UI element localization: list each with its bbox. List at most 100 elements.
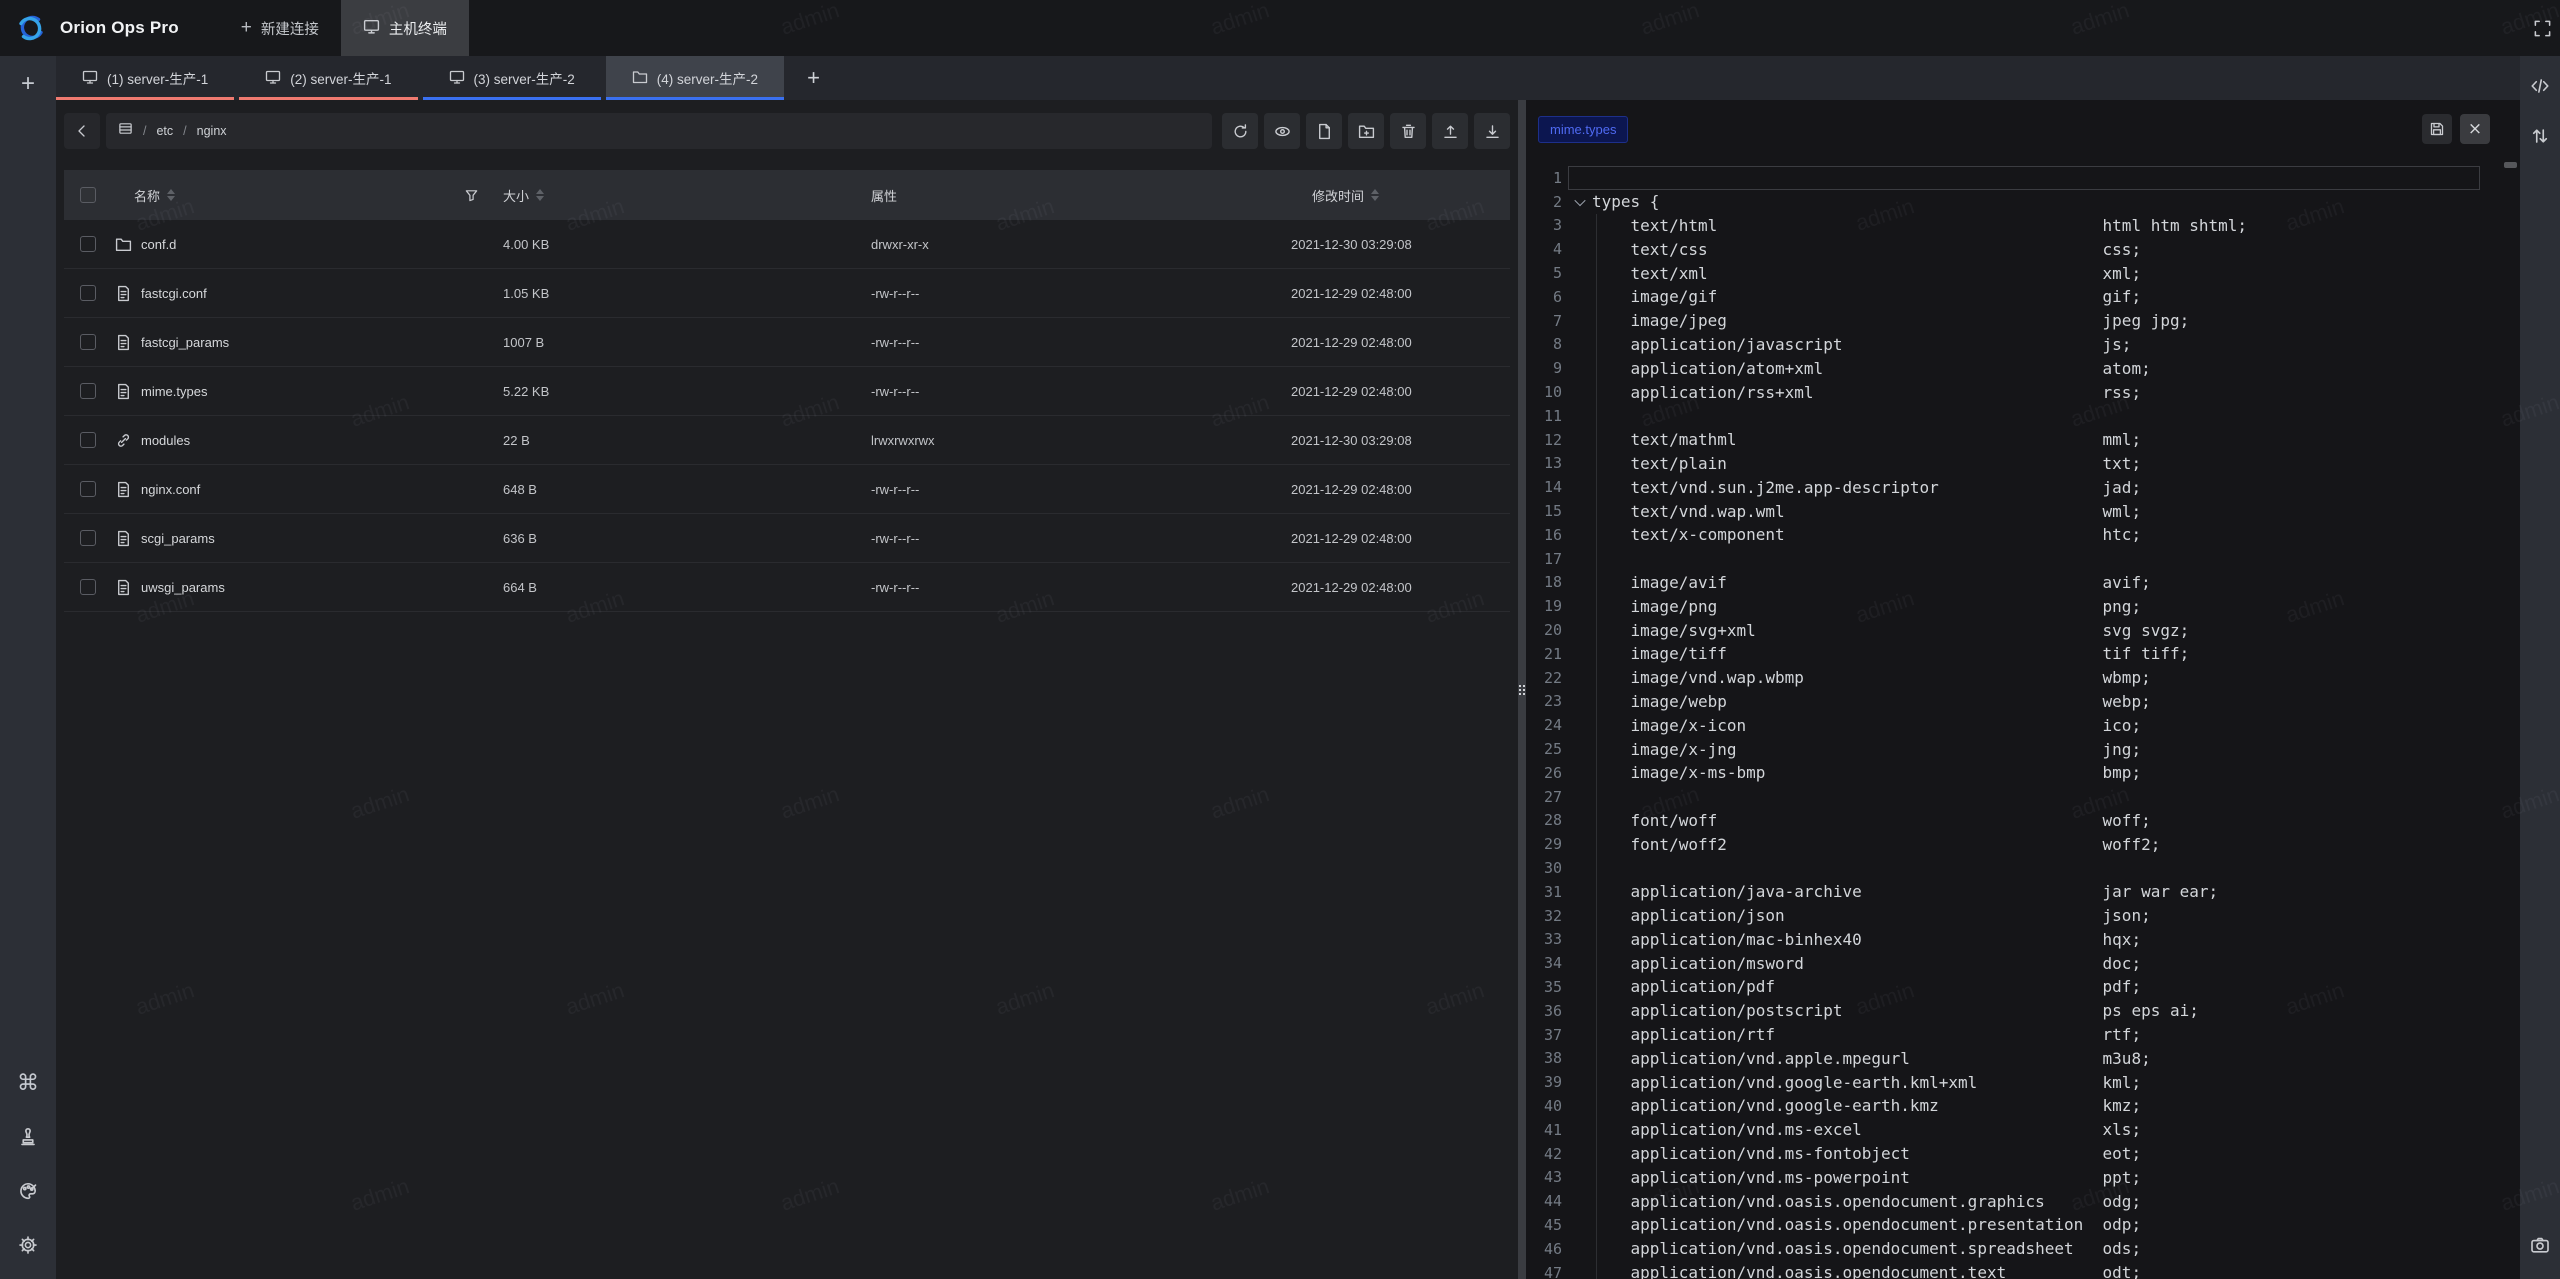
code-line[interactable]: 19 image/png png; xyxy=(1526,594,2520,618)
swap-vertical-icon[interactable] xyxy=(2520,116,2560,156)
code-line[interactable]: 30 xyxy=(1526,856,2520,880)
table-row[interactable]: fastcgi.conf 1.05 KB -rw-r--r-- 2021-12-… xyxy=(64,269,1510,318)
table-row[interactable]: modules 22 B lrwxrwxrwx 2021-12-30 03:29… xyxy=(64,416,1510,465)
code-line[interactable]: 29 font/woff2 woff2; xyxy=(1526,832,2520,856)
code-line[interactable]: 15 text/vnd.wap.wml wml; xyxy=(1526,499,2520,523)
code-line[interactable]: 46 application/vnd.oasis.opendocument.sp… xyxy=(1526,1237,2520,1261)
code-line[interactable]: 21 image/tiff tif tiff; xyxy=(1526,642,2520,666)
code-line[interactable]: 4 text/css css; xyxy=(1526,237,2520,261)
code-line[interactable]: 44 application/vnd.oasis.opendocument.gr… xyxy=(1526,1189,2520,1213)
row-checkbox[interactable] xyxy=(80,530,96,546)
terminal-tab[interactable]: (3) server-生产-2 xyxy=(423,56,601,100)
column-header-name[interactable]: 名称 xyxy=(108,170,503,220)
code-line[interactable]: 47 application/vnd.oasis.opendocument.te… xyxy=(1526,1261,2520,1279)
code-view-icon[interactable] xyxy=(2520,66,2560,106)
table-row[interactable]: uwsgi_params 664 B -rw-r--r-- 2021-12-29… xyxy=(64,563,1510,612)
palette-icon[interactable] xyxy=(8,1171,48,1211)
code-line[interactable]: 42 application/vnd.ms-fontobject eot; xyxy=(1526,1142,2520,1166)
code-line[interactable]: 24 image/x-icon ico; xyxy=(1526,713,2520,737)
row-checkbox[interactable] xyxy=(80,236,96,252)
code-line[interactable]: 17 xyxy=(1526,547,2520,571)
code-editor[interactable]: 1 2 types { xyxy=(1526,158,2520,1279)
code-line[interactable]: 10 application/rss+xml rss; xyxy=(1526,380,2520,404)
save-icon[interactable] xyxy=(2422,114,2452,144)
code-line[interactable]: 33 application/mac-binhex40 hqx; xyxy=(1526,928,2520,952)
breadcrumb[interactable]: / etc / nginx xyxy=(106,113,1212,149)
menu-new-connection[interactable]: + 新建连接 xyxy=(219,0,341,56)
add-connection-button[interactable]: + xyxy=(8,64,48,104)
terminal-tab[interactable]: (4) server-生产-2 xyxy=(606,56,784,100)
code-line[interactable]: 13 text/plain txt; xyxy=(1526,452,2520,476)
fullscreen-icon[interactable] xyxy=(2524,0,2560,56)
code-line[interactable]: 11 xyxy=(1526,404,2520,428)
command-icon[interactable]: ⌘ xyxy=(8,1063,48,1103)
code-line[interactable]: 34 application/msword doc; xyxy=(1526,951,2520,975)
filter-funnel-icon[interactable] xyxy=(464,188,479,203)
back-button[interactable] xyxy=(64,113,100,149)
breadcrumb-segment[interactable]: nginx xyxy=(197,124,227,138)
table-row[interactable]: mime.types 5.22 KB -rw-r--r-- 2021-12-29… xyxy=(64,367,1510,416)
code-line[interactable]: 38 application/vnd.apple.mpegurl m3u8; xyxy=(1526,1046,2520,1070)
code-line[interactable]: 18 image/avif avif; xyxy=(1526,571,2520,595)
row-checkbox[interactable] xyxy=(80,285,96,301)
row-checkbox[interactable] xyxy=(80,334,96,350)
preview-eye-icon[interactable] xyxy=(1264,113,1300,149)
code-line[interactable]: 27 xyxy=(1526,785,2520,809)
code-line[interactable]: 31 application/java-archive jar war ear; xyxy=(1526,880,2520,904)
code-line[interactable]: 6 image/gif gif; xyxy=(1526,285,2520,309)
code-line[interactable]: 45 application/vnd.oasis.opendocument.pr… xyxy=(1526,1213,2520,1237)
new-folder-icon[interactable] xyxy=(1348,113,1384,149)
code-line[interactable]: 2 types { xyxy=(1526,190,2520,214)
open-file-tag[interactable]: mime.types xyxy=(1538,116,1628,143)
code-line[interactable]: 12 text/mathml mml; xyxy=(1526,428,2520,452)
sort-carets-icon[interactable] xyxy=(167,189,175,201)
new-tab-button[interactable]: + xyxy=(789,56,838,100)
code-line[interactable]: 23 image/webp webp; xyxy=(1526,690,2520,714)
table-row[interactable]: nginx.conf 648 B -rw-r--r-- 2021-12-29 0… xyxy=(64,465,1510,514)
code-line[interactable]: 8 application/javascript js; xyxy=(1526,333,2520,357)
screenshot-camera-icon[interactable] xyxy=(2520,1225,2560,1265)
select-all-checkbox[interactable] xyxy=(80,187,96,203)
sort-carets-icon[interactable] xyxy=(536,189,544,201)
panel-splitter[interactable] xyxy=(1518,100,1526,1279)
editor-scrollbar-thumb[interactable] xyxy=(2504,162,2517,168)
code-line[interactable]: 14 text/vnd.sun.j2me.app-descriptor jad; xyxy=(1526,475,2520,499)
breadcrumb-segment[interactable]: etc xyxy=(156,124,173,138)
sort-carets-icon[interactable] xyxy=(1371,189,1379,201)
code-line[interactable]: 1 xyxy=(1526,166,2520,190)
row-checkbox[interactable] xyxy=(80,432,96,448)
code-line[interactable]: 41 application/vnd.ms-excel xls; xyxy=(1526,1118,2520,1142)
table-row[interactable]: scgi_params 636 B -rw-r--r-- 2021-12-29 … xyxy=(64,514,1510,563)
code-line[interactable]: 5 text/xml xml; xyxy=(1526,261,2520,285)
code-line[interactable]: 22 image/vnd.wap.wbmp wbmp; xyxy=(1526,666,2520,690)
download-icon[interactable] xyxy=(1474,113,1510,149)
table-row[interactable]: conf.d 4.00 KB drwxr-xr-x 2021-12-30 03:… xyxy=(64,220,1510,269)
menu-host-terminal[interactable]: 主机终端 xyxy=(341,0,469,56)
stamp-icon[interactable] xyxy=(8,1117,48,1157)
code-line[interactable]: 32 application/json json; xyxy=(1526,904,2520,928)
table-row[interactable]: fastcgi_params 1007 B -rw-r--r-- 2021-12… xyxy=(64,318,1510,367)
code-line[interactable]: 35 application/pdf pdf; xyxy=(1526,975,2520,999)
settings-gear-icon[interactable] xyxy=(8,1225,48,1265)
code-line[interactable]: 25 image/x-jng jng; xyxy=(1526,737,2520,761)
column-header-attrs[interactable]: 属性 xyxy=(871,170,1291,220)
code-line[interactable]: 9 application/atom+xml atom; xyxy=(1526,356,2520,380)
code-line[interactable]: 3 text/html html htm shtml; xyxy=(1526,214,2520,238)
terminal-tab[interactable]: (1) server-生产-1 xyxy=(56,56,234,100)
code-line[interactable]: 16 text/x-component htc; xyxy=(1526,523,2520,547)
code-line[interactable]: 20 image/svg+xml svg svgz; xyxy=(1526,618,2520,642)
new-file-icon[interactable] xyxy=(1306,113,1342,149)
fold-chevron-icon[interactable] xyxy=(1568,198,1592,206)
terminal-tab[interactable]: (2) server-生产-1 xyxy=(239,56,417,100)
delete-trash-icon[interactable] xyxy=(1390,113,1426,149)
upload-icon[interactable] xyxy=(1432,113,1468,149)
code-line[interactable]: 28 font/woff woff; xyxy=(1526,809,2520,833)
code-line[interactable]: 26 image/x-ms-bmp bmp; xyxy=(1526,761,2520,785)
row-checkbox[interactable] xyxy=(80,579,96,595)
refresh-icon[interactable] xyxy=(1222,113,1258,149)
code-line[interactable]: 43 application/vnd.ms-powerpoint ppt; xyxy=(1526,1165,2520,1189)
code-line[interactable]: 7 image/jpeg jpeg jpg; xyxy=(1526,309,2520,333)
code-line[interactable]: 37 application/rtf rtf; xyxy=(1526,1023,2520,1047)
column-header-size[interactable]: 大小 xyxy=(503,170,871,220)
code-line[interactable]: 40 application/vnd.google-earth.kmz kmz; xyxy=(1526,1094,2520,1118)
